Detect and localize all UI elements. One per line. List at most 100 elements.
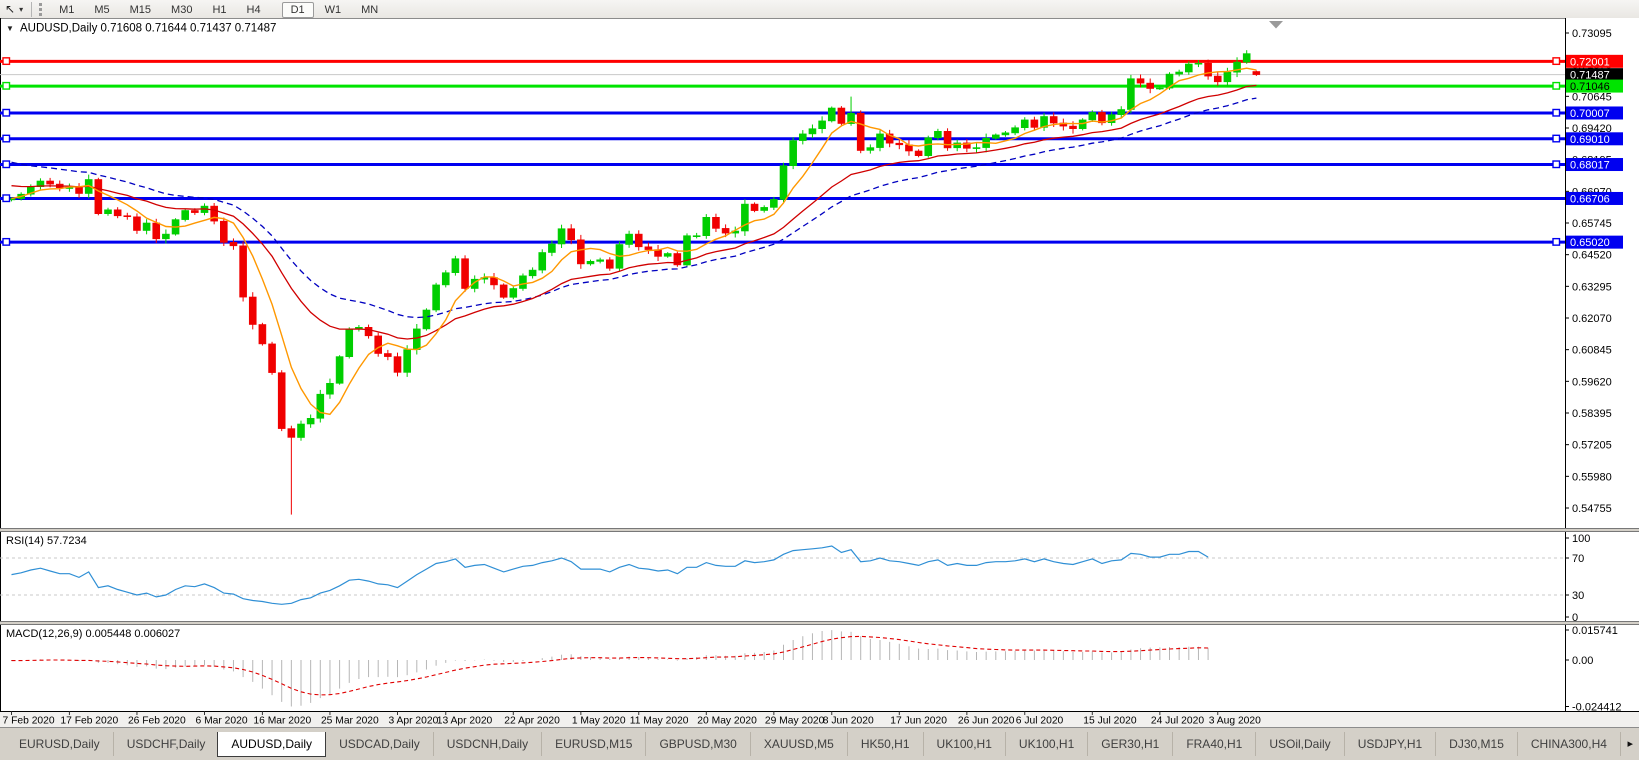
line-handle[interactable] bbox=[1553, 58, 1560, 65]
timeframe-button-m5[interactable]: M5 bbox=[85, 2, 118, 18]
svg-text:3 Apr 2020: 3 Apr 2020 bbox=[389, 716, 439, 727]
timeframe-button-h4[interactable]: H4 bbox=[238, 2, 270, 18]
svg-text:0: 0 bbox=[1572, 612, 1578, 624]
svg-text:▼: ▼ bbox=[6, 24, 14, 33]
chart-tab-ger30-h1[interactable]: GER30,H1 bbox=[1087, 732, 1172, 756]
chart-tab-china300-h4[interactable]: CHINA300,H4 bbox=[1517, 732, 1620, 756]
svg-text:0.60845: 0.60845 bbox=[1572, 345, 1612, 357]
svg-text:0.57205: 0.57205 bbox=[1572, 440, 1612, 452]
pane-splitter[interactable] bbox=[0, 529, 1639, 531]
svg-text:0.69010: 0.69010 bbox=[1570, 134, 1610, 146]
price-chart-canvas[interactable]: ▼AUDUSD,Daily 0.71608 0.71644 0.71437 0.… bbox=[0, 18, 1639, 727]
svg-text:26 Jun 2020: 26 Jun 2020 bbox=[958, 716, 1015, 727]
chart-tabs: EURUSD,DailyUSDCHF,DailyAUDUSD,DailyUSDC… bbox=[0, 732, 1625, 757]
svg-text:24 Jul 2020: 24 Jul 2020 bbox=[1151, 716, 1205, 727]
svg-text:0.66706: 0.66706 bbox=[1570, 193, 1610, 205]
chart-tab-audusd-daily[interactable]: AUDUSD,Daily bbox=[217, 732, 326, 757]
svg-text:100: 100 bbox=[1572, 533, 1590, 545]
timeframe-button-d1[interactable]: D1 bbox=[282, 2, 314, 18]
line-handle[interactable] bbox=[3, 109, 10, 116]
svg-text:0.68017: 0.68017 bbox=[1570, 160, 1610, 172]
chart-tab-fra40-h1[interactable]: FRA40,H1 bbox=[1172, 732, 1255, 756]
chart-area[interactable]: ▼AUDUSD,Daily 0.71608 0.71644 0.71437 0.… bbox=[0, 18, 1639, 727]
line-handle[interactable] bbox=[3, 161, 10, 168]
tab-scroll-right-icon[interactable]: ▸ bbox=[1625, 732, 1639, 750]
timeframe-button-mn[interactable]: MN bbox=[352, 2, 387, 18]
price-label-0.65020: 0.65020 bbox=[1566, 236, 1623, 250]
toolbar-divider bbox=[31, 2, 32, 17]
line-handle[interactable] bbox=[1553, 239, 1560, 246]
line-handle[interactable] bbox=[1553, 135, 1560, 142]
svg-text:0.54755: 0.54755 bbox=[1572, 503, 1612, 515]
chart-tabs-bar: EURUSD,DailyUSDCHF,DailyAUDUSD,DailyUSDC… bbox=[0, 727, 1639, 760]
chart-tab-dj30-m15[interactable]: DJ30,M15 bbox=[1435, 732, 1517, 756]
svg-text:11 May 2020: 11 May 2020 bbox=[630, 716, 689, 727]
svg-text:26 Feb 2020: 26 Feb 2020 bbox=[128, 716, 186, 727]
line-handle[interactable] bbox=[1553, 161, 1560, 168]
svg-text:70: 70 bbox=[1572, 553, 1584, 565]
svg-text:22 Apr 2020: 22 Apr 2020 bbox=[504, 716, 560, 727]
timeframe-button-m1[interactable]: M1 bbox=[50, 2, 83, 18]
line-handle[interactable] bbox=[3, 239, 10, 246]
chart-tab-usdcnh-daily[interactable]: USDCNH,Daily bbox=[433, 732, 541, 756]
chart-tab-eurusd-m15[interactable]: EURUSD,M15 bbox=[541, 732, 645, 756]
timeframe-button-m30[interactable]: M30 bbox=[162, 2, 201, 18]
price-label-0.71046: 0.71046 bbox=[1566, 80, 1623, 94]
timeframe-button-group: M1M5M15M30H1H4 D1W1MN bbox=[49, 0, 388, 18]
svg-text:6 Jul 2020: 6 Jul 2020 bbox=[1016, 716, 1064, 727]
line-handle[interactable] bbox=[3, 195, 10, 202]
svg-text:13 Apr 2020: 13 Apr 2020 bbox=[437, 716, 493, 727]
svg-text:0.65745: 0.65745 bbox=[1572, 218, 1612, 230]
cursor-tool-button[interactable]: ↖ ▾ bbox=[0, 3, 28, 15]
svg-text:6 Mar 2020: 6 Mar 2020 bbox=[196, 716, 248, 727]
svg-text:0.62070: 0.62070 bbox=[1572, 313, 1612, 325]
svg-text:0.65020: 0.65020 bbox=[1570, 237, 1610, 249]
line-handle[interactable] bbox=[3, 83, 10, 90]
line-handle[interactable] bbox=[3, 135, 10, 142]
price-label-0.69010: 0.69010 bbox=[1566, 132, 1623, 146]
chart-tab-usdchf-daily[interactable]: USDCHF,Daily bbox=[113, 732, 219, 756]
cursor-icon: ↖ bbox=[5, 3, 15, 15]
chart-tab-xauusd-m5[interactable]: XAUUSD,M5 bbox=[750, 732, 847, 756]
rsi-label: RSI(14) 57.7234 bbox=[6, 535, 87, 547]
chart-tab-hk50-h1[interactable]: HK50,H1 bbox=[847, 732, 923, 756]
svg-text:30: 30 bbox=[1572, 590, 1584, 602]
chart-title: ▼AUDUSD,Daily 0.71608 0.71644 0.71437 0.… bbox=[6, 23, 276, 35]
chart-tab-uk100-h1[interactable]: UK100,H1 bbox=[923, 732, 1005, 756]
line-handle[interactable] bbox=[1553, 83, 1560, 90]
pane-splitter[interactable] bbox=[0, 622, 1639, 624]
svg-text:0.71046: 0.71046 bbox=[1570, 81, 1610, 93]
svg-text:0.70007: 0.70007 bbox=[1570, 108, 1610, 120]
svg-text:3 Aug 2020: 3 Aug 2020 bbox=[1209, 716, 1261, 727]
svg-text:0.70645: 0.70645 bbox=[1572, 91, 1612, 103]
price-label-0.66706: 0.66706 bbox=[1566, 192, 1623, 206]
mt4-window: ↖ ▾ M1M5M15M30H1H4D1W1MN ▼AUDUSD,Daily 0… bbox=[0, 0, 1639, 760]
chart-tab-usdcad-daily[interactable]: USDCAD,Daily bbox=[326, 732, 433, 756]
chart-tab-usoil-daily[interactable]: USOil,Daily bbox=[1255, 732, 1343, 756]
svg-text:17 Feb 2020: 17 Feb 2020 bbox=[60, 716, 118, 727]
svg-text:0.015741: 0.015741 bbox=[1572, 625, 1618, 637]
svg-text:20 May 2020: 20 May 2020 bbox=[697, 716, 757, 727]
timeframe-button-w1[interactable]: W1 bbox=[316, 2, 351, 18]
chart-tab-eurusd-daily[interactable]: EURUSD,Daily bbox=[6, 732, 113, 756]
svg-text:0.73095: 0.73095 bbox=[1572, 28, 1612, 40]
svg-text:0.72001: 0.72001 bbox=[1570, 56, 1610, 68]
svg-text:7 Feb 2020: 7 Feb 2020 bbox=[3, 716, 55, 727]
svg-text:0.59620: 0.59620 bbox=[1572, 376, 1612, 388]
chart-tab-gbpusd-m30[interactable]: GBPUSD,M30 bbox=[645, 732, 749, 756]
chevron-down-icon: ▾ bbox=[19, 5, 23, 14]
svg-text:1 May 2020: 1 May 2020 bbox=[572, 716, 626, 727]
timeframe-button-m15[interactable]: M15 bbox=[121, 2, 160, 18]
svg-text:0.64520: 0.64520 bbox=[1572, 250, 1612, 262]
svg-text:16 Mar 2020: 16 Mar 2020 bbox=[253, 716, 311, 727]
toolbar-grip[interactable] bbox=[39, 3, 42, 16]
line-handle[interactable] bbox=[3, 58, 10, 65]
chart-tab-uk100-h1[interactable]: UK100,H1 bbox=[1005, 732, 1087, 756]
chart-tab-usdjpy-h1[interactable]: USDJPY,H1 bbox=[1344, 732, 1435, 756]
price-label-0.68017: 0.68017 bbox=[1566, 158, 1623, 172]
svg-text:0.55980: 0.55980 bbox=[1572, 471, 1612, 483]
svg-text:0.63295: 0.63295 bbox=[1572, 281, 1612, 293]
timeframe-button-h1[interactable]: H1 bbox=[203, 2, 235, 18]
price-label-0.72001: 0.72001 bbox=[1566, 55, 1623, 69]
line-handle[interactable] bbox=[1553, 109, 1560, 116]
